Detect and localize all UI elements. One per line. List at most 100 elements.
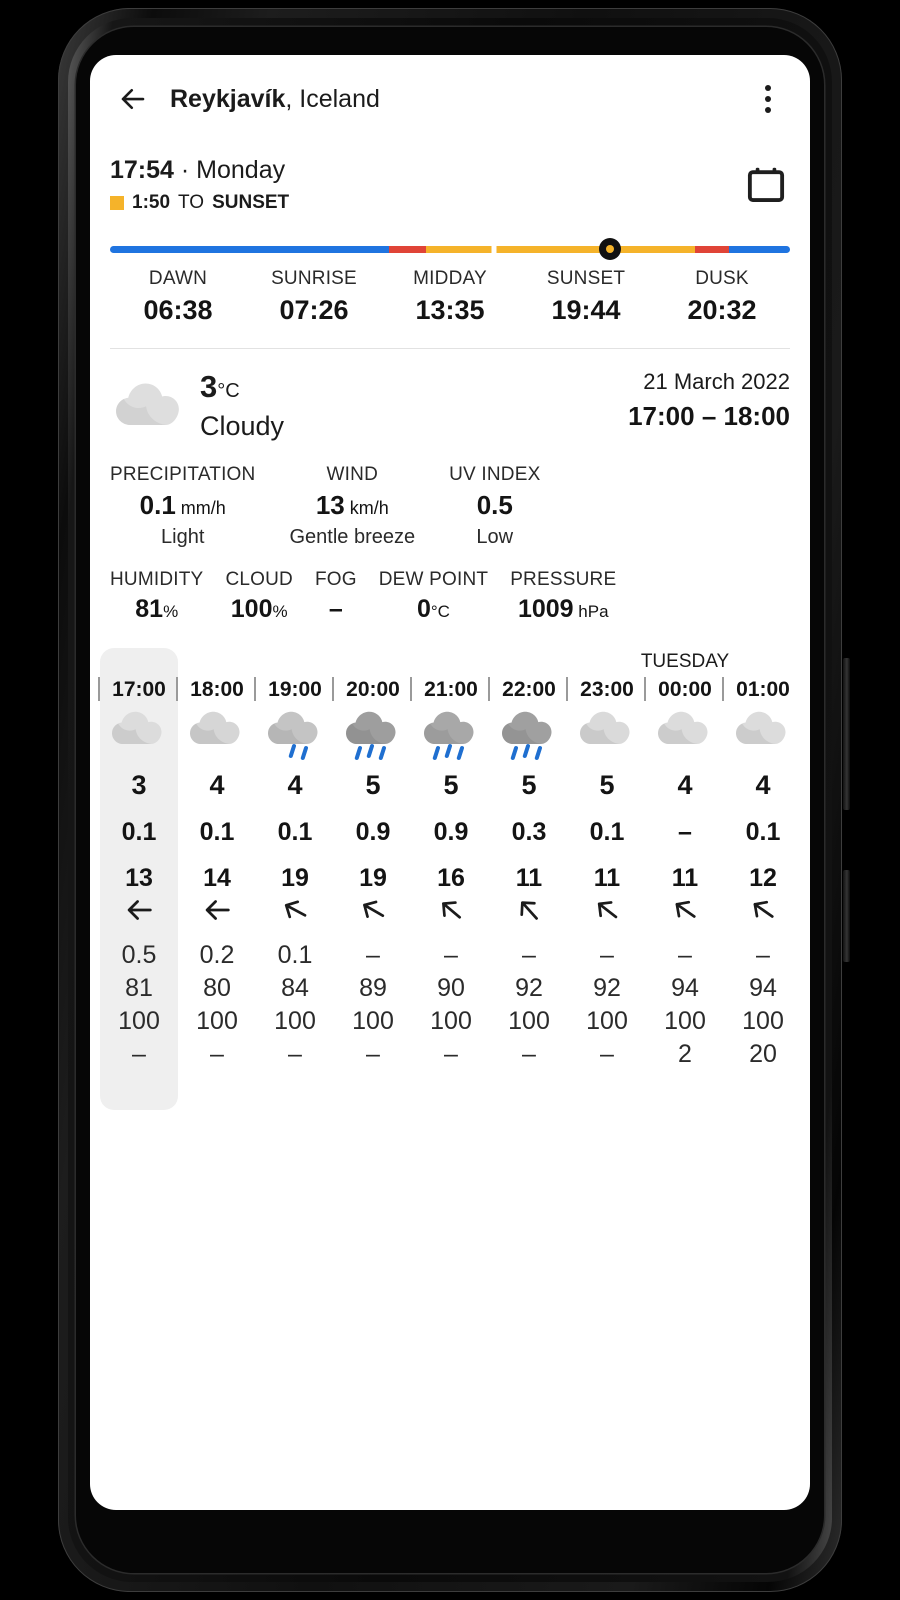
sun-segment-2 <box>426 246 695 254</box>
hourly-temperature: 5 <box>599 770 615 801</box>
rain-drop <box>456 746 464 761</box>
power-button[interactable] <box>843 870 850 962</box>
hourly-humidity: 94 <box>749 974 777 1003</box>
hourly-humidity: 89 <box>359 974 387 1003</box>
cloud-icon <box>736 712 786 745</box>
hourly-weather-icon <box>490 704 568 766</box>
hourly-header: 18:00 <box>176 648 256 704</box>
current-datetime-group: 21 March 2022 17:00 – 18:00 <box>628 369 790 432</box>
metric-sub: Light <box>161 526 205 549</box>
hourly-header: 22:00 <box>488 648 568 704</box>
rain-drop <box>288 744 296 759</box>
hourly-column[interactable]: 18:00 4 0.1 14 0.2 80 100 – <box>176 648 256 1069</box>
current-temp-group: 3°C Cloudy <box>194 369 628 442</box>
hourly-column[interactable]: 17:00 3 0.1 13 0.5 81 100 – <box>98 648 178 1069</box>
city-name: Reykjavík <box>170 84 286 113</box>
current-condition: Cloudy <box>200 411 285 442</box>
hourly-precipitation: 0.1 <box>277 818 313 847</box>
sun-timeline-track <box>110 246 790 254</box>
metric-label: PRECIPITATION <box>110 464 256 486</box>
calendar-icon <box>747 167 785 202</box>
hourly-temperature: 5 <box>365 770 381 801</box>
metric-label: WIND <box>326 464 379 486</box>
hourly-forecast[interactable]: 17:00 3 0.1 13 0.5 81 100 – 18:00 4 0.1 14 0.2 80 100 –… <box>90 648 810 1111</box>
current-conditions: 3°C Cloudy 21 March 2022 17:00 – 18:00 <box>90 349 810 442</box>
hourly-temperature: 5 <box>443 770 459 801</box>
hourly-fog: – <box>444 1040 458 1069</box>
current-time-range: 17:00 – 18:00 <box>628 401 790 432</box>
hourly-column[interactable]: 23:00 5 0.1 11–92 100– <box>566 648 646 1069</box>
hourly-fog: – <box>132 1040 146 1069</box>
hourly-weather-icon <box>256 704 334 766</box>
hourly-cloud: 100 <box>118 1007 160 1036</box>
hourly-column[interactable]: TUESDAY 00:00 4–11–94 100 2 <box>641 648 729 1069</box>
sun-timeline[interactable] <box>110 238 790 261</box>
sun-event-labels: DAWN 06:38 SUNRISE 07:26 MIDDAY 13:35 SUNSET 19… <box>110 268 790 326</box>
hourly-cloud: 100 <box>508 1007 550 1036</box>
sun-event-time: 13:35 <box>415 295 485 326</box>
hourly-weather-icon <box>178 704 256 766</box>
hourly-wind-direction <box>178 893 256 927</box>
hourly-column[interactable]: 19:00 4 0.1 19 0.1 84 100 – <box>254 648 334 1069</box>
rain-drop <box>522 744 530 759</box>
hourly-temperature: 4 <box>209 770 225 801</box>
sun-event-label: SUNRISE <box>271 268 357 290</box>
sunset-countdown: 1:50 TO SUNSET <box>110 192 744 214</box>
hourly-temperature: 3 <box>131 770 147 801</box>
midday-gap <box>491 246 497 254</box>
country-name: , Iceland <box>285 84 380 113</box>
hourly-weather-icon <box>724 704 802 766</box>
secondary-metrics: HUMIDITY 81% CLOUD 100% FOG – DEW POINT 0°C PRES… <box>90 549 810 624</box>
metric2-value: 1009 hPa <box>517 595 609 624</box>
sun-event-midday: MIDDAY 13:35 <box>382 268 518 326</box>
hourly-uv: – <box>444 941 458 970</box>
hourly-fog: 2 <box>678 1040 692 1069</box>
metric2-label: HUMIDITY <box>110 569 204 591</box>
metric2-label: PRESSURE <box>510 569 617 591</box>
back-button[interactable] <box>110 76 156 122</box>
hourly-wind-direction <box>568 893 646 927</box>
volume-button[interactable] <box>843 658 850 810</box>
cloud-icon <box>502 712 552 761</box>
hourly-wind-speed: 13 <box>125 864 153 893</box>
cloud-icon <box>268 712 318 761</box>
hourly-column[interactable]: 20:00 5 0.9 19 – 89 100 – <box>332 648 412 1069</box>
hourly-humidity: 92 <box>593 974 621 1003</box>
hourly-uv: – <box>522 941 536 970</box>
rain-drop <box>432 746 440 761</box>
hourly-precipitation: 0.1 <box>199 818 235 847</box>
hourly-column[interactable]: 22:00 5 0.3 11–92 100– <box>488 648 568 1069</box>
sun-event-dawn: DAWN 06:38 <box>110 268 246 326</box>
hourly-temperature: 5 <box>521 770 537 801</box>
hourly-column[interactable]: 21:00 5 0.9 16–90 100– <box>410 648 490 1069</box>
hourly-wind-direction <box>490 893 568 927</box>
hourly-wind-direction <box>412 893 490 927</box>
hourly-wind-direction <box>256 893 334 927</box>
wind-direction-arrow-icon <box>597 901 618 919</box>
metric2-label: DEW POINT <box>378 569 489 591</box>
overflow-menu-button[interactable] <box>748 77 788 121</box>
page-title: Reykjavík, Iceland <box>170 85 748 114</box>
hourly-column[interactable]: 01:00 4 0.1 12–94 100 20 <box>722 648 802 1069</box>
metric-sub: Gentle breeze <box>289 526 416 549</box>
metric2-label: CLOUD <box>225 569 293 591</box>
arrow-left-icon <box>121 88 145 110</box>
rain-drop <box>378 746 386 761</box>
wind-direction-arrow-icon <box>675 901 696 919</box>
sun-event-time: 06:38 <box>143 295 213 326</box>
sun-event-time: 07:26 <box>279 295 349 326</box>
hourly-time: 00:00 <box>644 677 724 704</box>
current-temperature-row: 3°C <box>200 369 628 405</box>
hourly-wind-direction <box>334 893 412 927</box>
hourly-time: 21:00 <box>410 677 490 704</box>
hourly-weather-icon <box>646 704 724 766</box>
metric2-pressure: PRESSURE 1009 hPa <box>510 569 616 624</box>
hourly-time: 17:00 <box>98 677 178 704</box>
hourly-cloud: 100 <box>586 1007 628 1036</box>
phone-screen: Reykjavík, Iceland 17:54 · Monday 1:50 T… <box>90 55 810 1510</box>
hourly-header: TUESDAY 00:00 <box>641 648 729 704</box>
sun-header: 17:54 · Monday 1:50 TO SUNSET <box>110 155 790 214</box>
calendar-button[interactable] <box>744 163 790 209</box>
wind-direction-arrow-icon <box>284 900 307 919</box>
metric-value: 0.5 <box>476 490 513 521</box>
